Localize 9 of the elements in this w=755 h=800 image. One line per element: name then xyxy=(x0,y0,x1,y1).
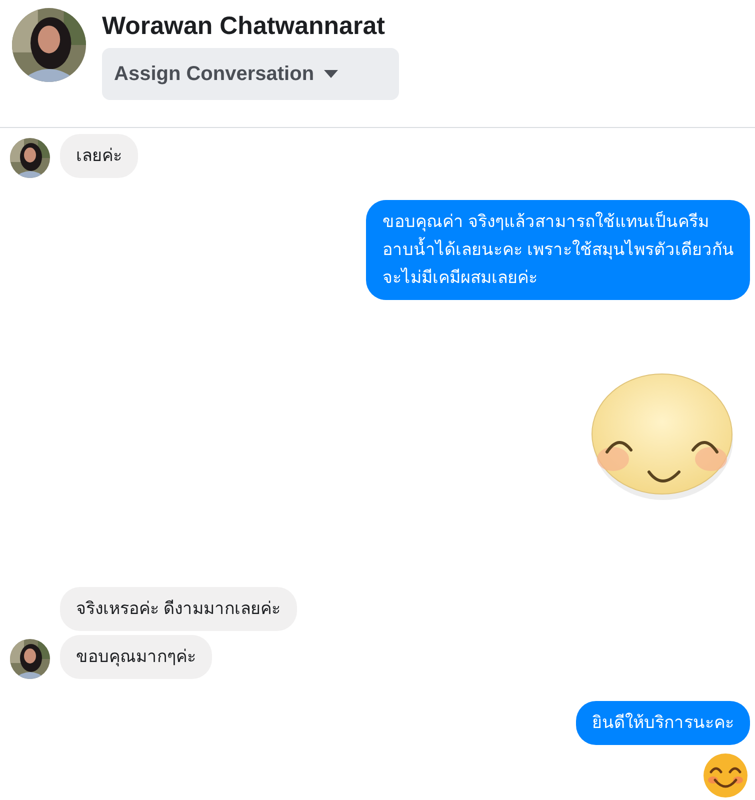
smiley-emoji xyxy=(703,753,748,798)
assign-conversation-button[interactable]: Assign Conversation xyxy=(102,48,399,100)
message-bubble: ขอบคุณค่า จริงๆแล้วสามารถใช้แทนเป็นครีม อาบน้ำได้เลยนะคะ เพราะใช้สมุนไพรตัวเดียวกัน จะไม่มีเคมีผสมเลยค่ะ xyxy=(366,200,750,300)
contact-name: Worawan Chatwannarat xyxy=(102,11,386,41)
message-bubble: ขอบคุณมากๆค่ะ xyxy=(60,635,212,679)
message-bubble: เลยค่ะ xyxy=(60,134,138,178)
caret-icon xyxy=(324,70,338,78)
message-bubble: จริงเหรอค่ะ ดีงามมากเลยค่ะ xyxy=(60,587,297,631)
message-bubble: ยินดีให้บริการนะคะ xyxy=(576,701,750,745)
